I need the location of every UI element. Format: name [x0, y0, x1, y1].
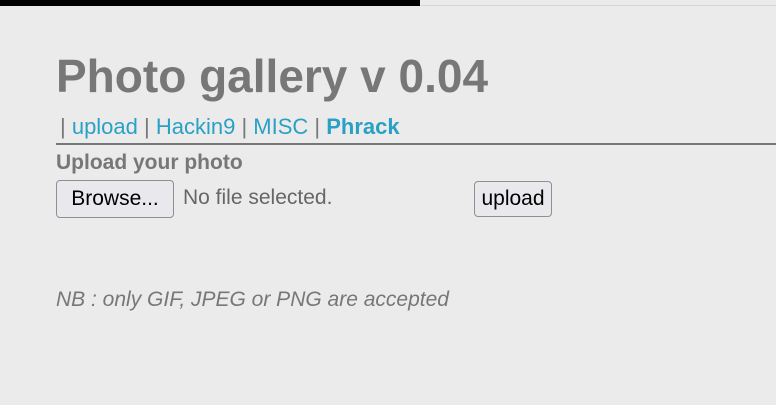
- nav-bar: | upload | Hackin9 | MISC | Phrack: [60, 114, 400, 140]
- nav-separator: |: [60, 114, 72, 139]
- top-light-line: [420, 5, 776, 6]
- file-type-note: NB : only GIF, JPEG or PNG are accepted: [56, 288, 449, 311]
- page-title: Photo gallery v 0.04: [56, 50, 489, 102]
- file-status-text: No file selected.: [183, 186, 333, 209]
- page-content: Photo gallery v 0.04 | upload | Hackin9 …: [56, 50, 776, 311]
- top-strip: [0, 0, 776, 6]
- nav-link-upload[interactable]: upload: [72, 114, 138, 139]
- upload-heading: Upload your photo: [56, 151, 243, 174]
- browse-button[interactable]: Browse...: [56, 180, 174, 218]
- nav-separator: |: [241, 114, 254, 139]
- nav-link-hackin9[interactable]: Hackin9: [156, 114, 235, 139]
- file-input-row: Browse... No file selected. upload: [56, 180, 776, 218]
- top-dark-bar: [0, 0, 420, 6]
- nav-separator: |: [314, 114, 327, 139]
- nav-separator: |: [144, 114, 156, 139]
- upload-submit-button[interactable]: upload: [474, 181, 552, 217]
- nav-link-misc[interactable]: MISC: [253, 114, 308, 139]
- horizontal-rule: [56, 143, 776, 145]
- nav-link-phrack[interactable]: Phrack: [326, 114, 399, 139]
